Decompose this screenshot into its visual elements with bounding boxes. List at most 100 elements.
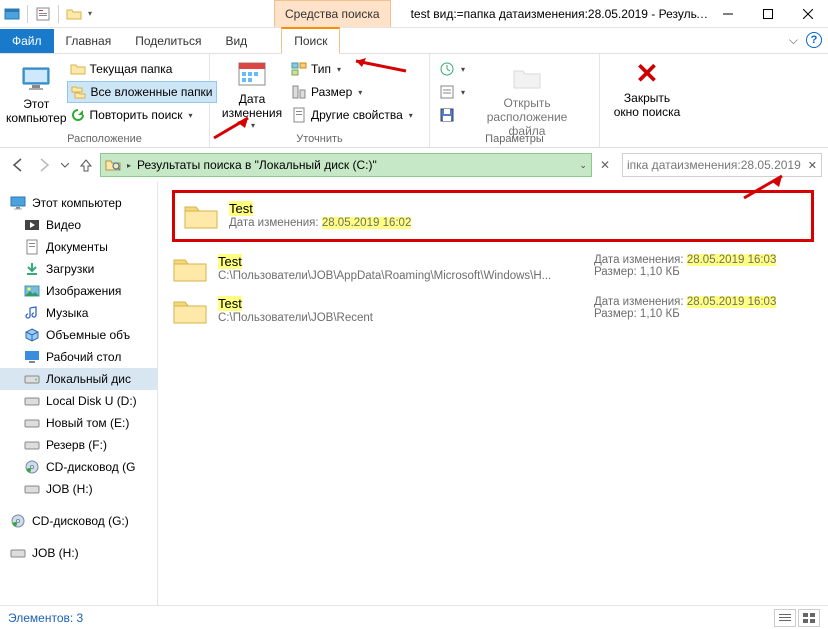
tab-home[interactable]: Главная	[54, 29, 124, 53]
refresh-icon	[70, 107, 86, 123]
group-refine-label: Уточнить	[210, 133, 429, 145]
qat-dropdown-icon[interactable]: ▾	[86, 9, 94, 18]
window-controls	[708, 0, 828, 28]
nav-reserve[interactable]: Резерв (F:)	[0, 434, 157, 456]
result-item[interactable]: Test C:\Пользователи\JOB\AppData\Roaming…	[172, 248, 814, 290]
folders-tree-icon	[71, 84, 87, 100]
drive-icon	[24, 415, 40, 431]
icons-view-button[interactable]	[798, 609, 820, 627]
close-search-button[interactable]: ✕ Закрыть окно поиска	[606, 56, 688, 120]
video-icon	[24, 217, 40, 233]
navigation-pane: Этот компьютер Видео Документы Загрузки …	[0, 182, 158, 605]
pictures-icon	[24, 283, 40, 299]
maximize-button[interactable]	[748, 0, 788, 28]
nav-video[interactable]: Видео	[0, 214, 157, 236]
address-text: Результаты поиска в "Локальный диск (C:)…	[137, 158, 573, 172]
nav-local-disk-u[interactable]: Local Disk U (D:)	[0, 390, 157, 412]
status-bar: Элементов: 3	[0, 605, 828, 629]
type-label: Тип	[311, 62, 331, 76]
calendar-icon	[236, 58, 268, 90]
nav-desktop[interactable]: Рабочий стол	[0, 346, 157, 368]
open-location-button[interactable]: Открыть расположение файла	[472, 58, 582, 138]
nav-job-h[interactable]: JOB (H:)	[0, 478, 157, 500]
save-icon	[439, 107, 455, 123]
result-name: Test	[229, 201, 253, 216]
ribbon-tabs: Файл Главная Поделиться Вид Поиск ⌵ ?	[0, 28, 828, 54]
close-x-icon: ✕	[635, 60, 658, 88]
titlebar: ▾ Средства поиска test вид:=папка датаиз…	[0, 0, 828, 28]
save-search-button[interactable]	[436, 104, 468, 126]
folder-icon	[172, 254, 208, 284]
music-icon	[24, 305, 40, 321]
repeat-search-button[interactable]: Повторить поиск ▾	[67, 104, 217, 126]
tab-share[interactable]: Поделиться	[123, 29, 213, 53]
options-icon	[439, 84, 455, 100]
recent-button[interactable]	[58, 153, 72, 177]
result-item[interactable]: Test C:\Пользователи\JOB\Recent Дата изм…	[172, 290, 814, 332]
forward-button[interactable]	[32, 153, 56, 177]
nav-downloads[interactable]: Загрузки	[0, 258, 157, 280]
drive-icon	[24, 393, 40, 409]
advanced-options-button[interactable]: ▾	[436, 81, 468, 103]
drive-icon	[24, 371, 40, 387]
clear-search-icon[interactable]: ✕	[808, 159, 817, 172]
date-modified-label: Дата изменения	[222, 93, 282, 121]
tab-view[interactable]: Вид	[213, 29, 259, 53]
other-props-button[interactable]: Другие свойства▾	[288, 104, 416, 126]
item-count: Элементов: 3	[8, 611, 83, 625]
tab-search[interactable]: Поиск	[281, 27, 340, 54]
help-icon[interactable]: ?	[806, 32, 822, 48]
folder-icon	[70, 61, 86, 77]
size-label: Размер	[311, 85, 352, 99]
nav-3dobjects[interactable]: Объемные объ	[0, 324, 157, 346]
cd-icon	[24, 459, 40, 475]
current-folder-button[interactable]: Текущая папка	[67, 58, 217, 80]
search-folder-icon	[105, 158, 121, 172]
nav-music[interactable]: Музыка	[0, 302, 157, 324]
folder-icon	[183, 201, 219, 231]
type-icon	[291, 61, 307, 77]
all-subfolders-button[interactable]: Все вложенные папки	[67, 81, 217, 103]
nav-cd-g[interactable]: CD-дисковод (G	[0, 456, 157, 478]
drive-icon	[10, 545, 26, 561]
back-button[interactable]	[6, 153, 30, 177]
address-bar[interactable]: ▸ Результаты поиска в "Локальный диск (C…	[100, 153, 592, 177]
body: Этот компьютер Видео Документы Загрузки …	[0, 182, 828, 605]
minimize-button[interactable]	[708, 0, 748, 28]
desktop-icon	[24, 349, 40, 365]
downloads-icon	[24, 261, 40, 277]
address-dropdown-icon[interactable]: ⌄	[579, 160, 587, 171]
nav-local-disk-c[interactable]: Локальный дис	[0, 368, 157, 390]
new-folder-icon[interactable]	[66, 6, 82, 22]
details-view-button[interactable]	[774, 609, 796, 627]
result-item[interactable]: Test Дата изменения: 28.05.2019 16:02	[172, 190, 814, 242]
nav-job-h2[interactable]: JOB (H:)	[0, 542, 157, 564]
nav-pictures[interactable]: Изображения	[0, 280, 157, 302]
search-box[interactable]: іпка датаизменения:28.05.2019 ✕	[622, 153, 822, 177]
nav-this-pc[interactable]: Этот компьютер	[0, 192, 157, 214]
properties-icon[interactable]	[35, 6, 51, 22]
nav-cd-g2[interactable]: CD-дисковод (G:)	[0, 510, 157, 532]
search-text: іпка датаизменения:28.05.2019	[627, 158, 801, 172]
all-subfolders-label: Все вложенные папки	[91, 85, 213, 99]
this-pc-button[interactable]: Этот компьютер	[6, 56, 67, 128]
size-filter-button[interactable]: Размер▾	[288, 81, 416, 103]
window-title: test вид:=папка датаизменения:28.05.2019…	[391, 7, 708, 21]
current-folder-label: Текущая папка	[90, 62, 173, 76]
drive-icon	[24, 437, 40, 453]
ribbon-collapse-icon[interactable]: ⌵	[789, 33, 798, 48]
type-filter-button[interactable]: Тип▾	[288, 58, 416, 80]
result-name: Test	[218, 296, 242, 311]
recent-searches-button[interactable]: ▾	[436, 58, 468, 80]
up-button[interactable]	[74, 153, 98, 177]
date-modified-button[interactable]: Дата изменения▾	[216, 56, 288, 128]
result-path: C:\Пользователи\JOB\Recent	[218, 312, 578, 324]
clear-address-icon[interactable]: ✕	[594, 158, 616, 172]
ribbon-group-location: Этот компьютер Текущая папка Все вложенн…	[0, 54, 210, 147]
repeat-search-label: Повторить поиск	[90, 108, 183, 122]
nav-documents[interactable]: Документы	[0, 236, 157, 258]
nav-new-volume[interactable]: Новый том (E:)	[0, 412, 157, 434]
cube-icon	[24, 327, 40, 343]
close-button[interactable]	[788, 0, 828, 28]
tab-file[interactable]: Файл	[0, 29, 54, 53]
